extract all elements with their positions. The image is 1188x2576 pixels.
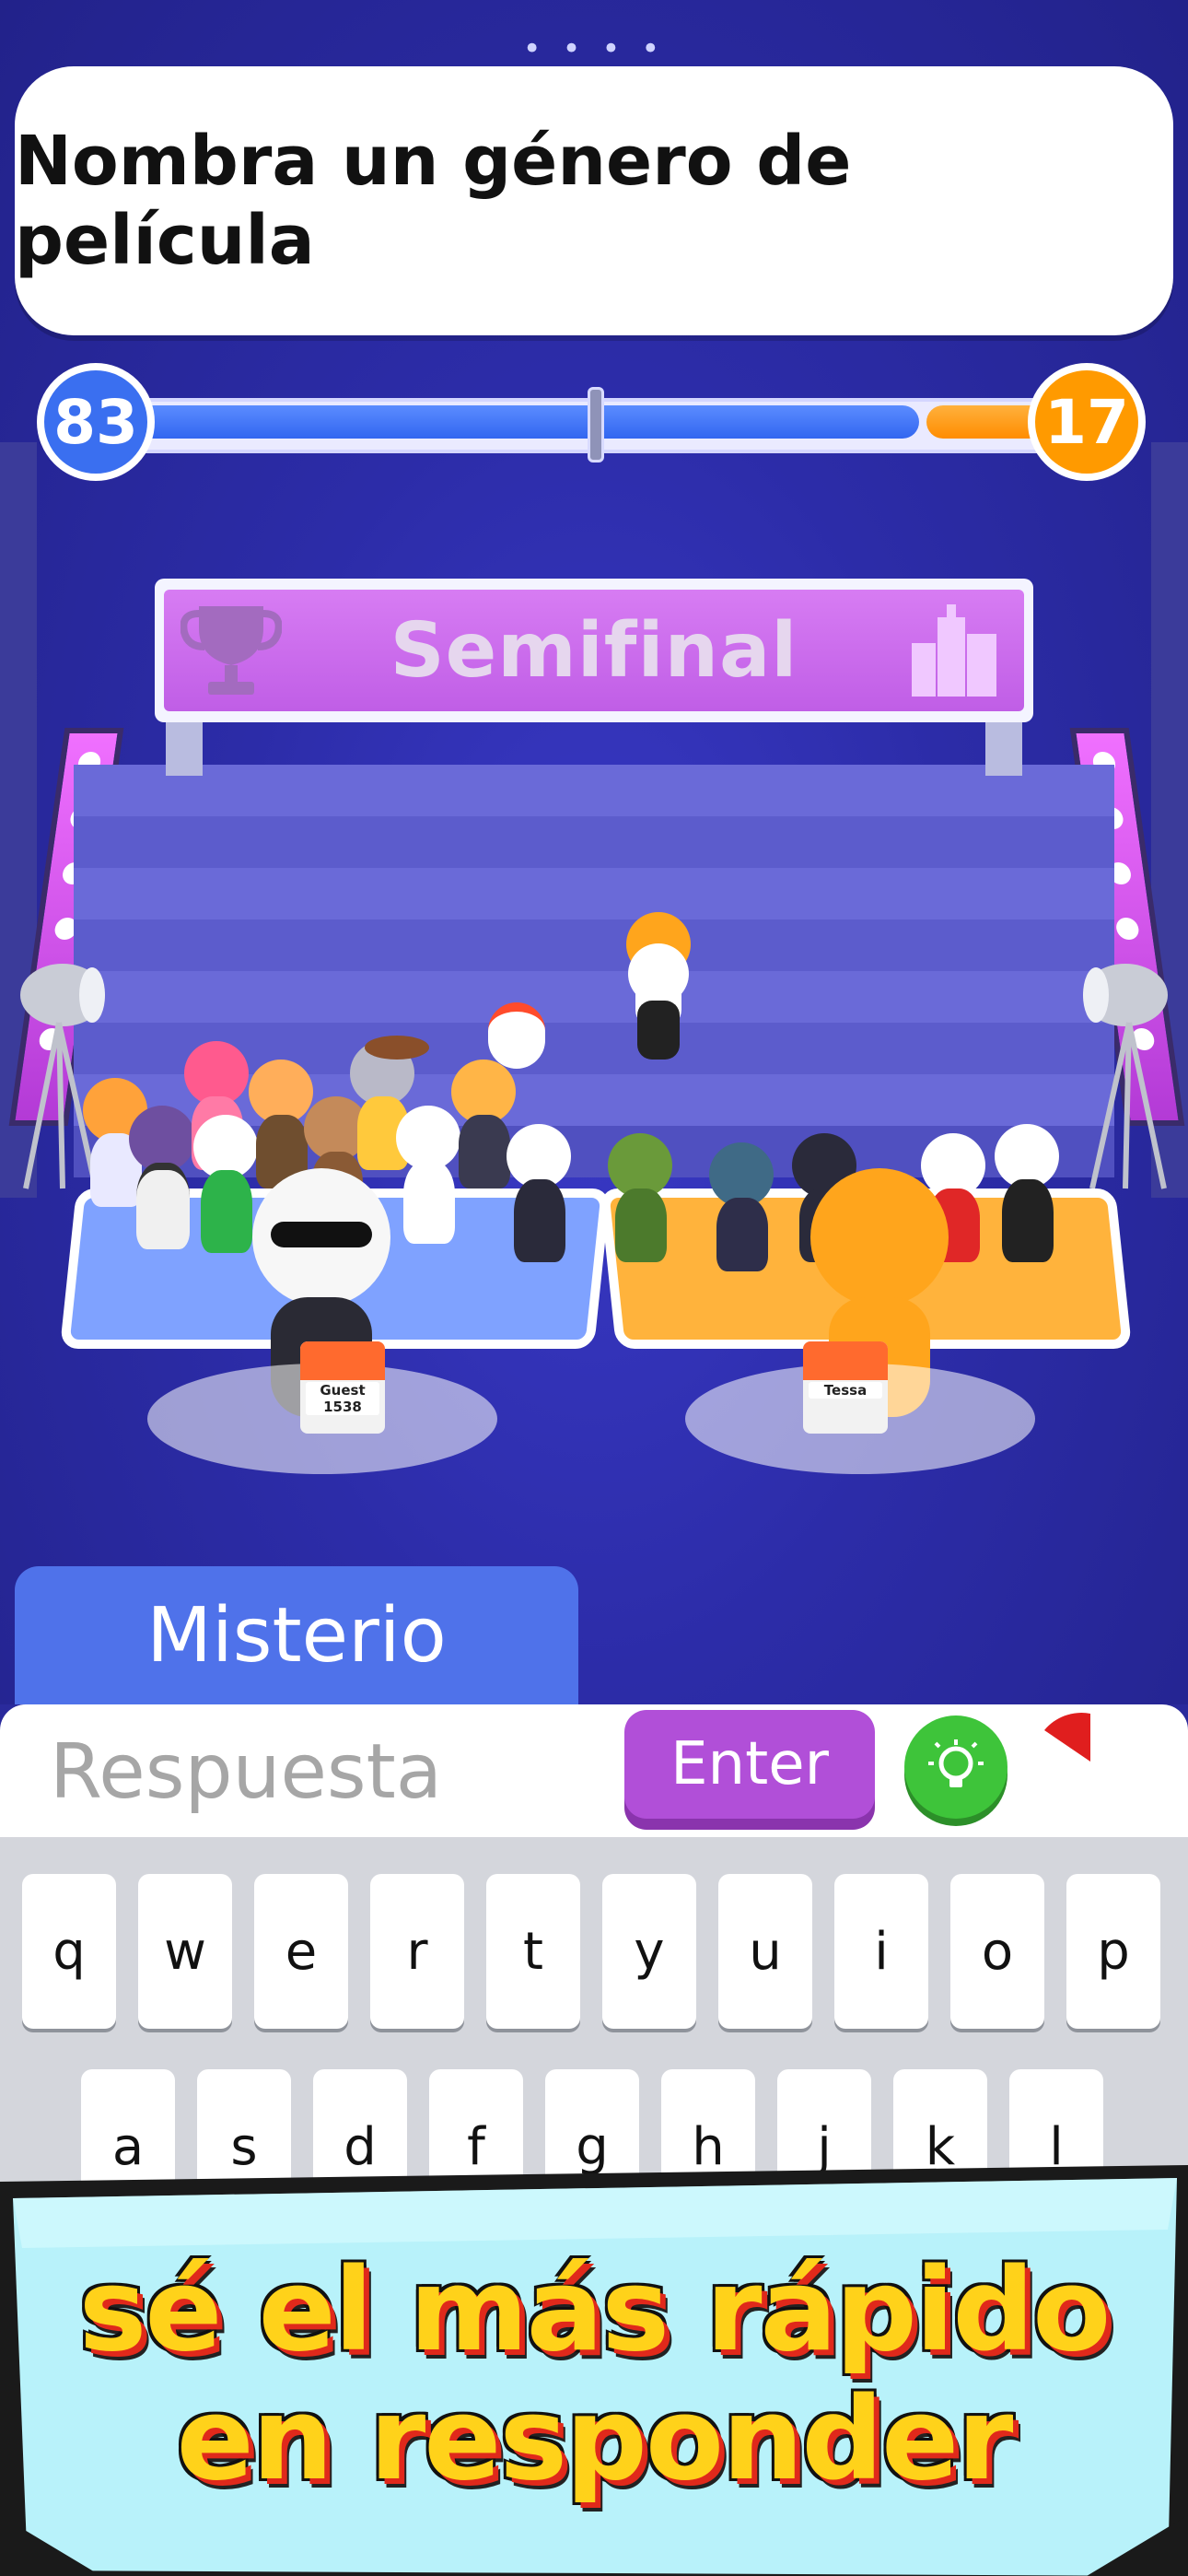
runner-white: [628, 943, 689, 1060]
hint-button[interactable]: [904, 1715, 1007, 1819]
key-i[interactable]: i: [834, 1874, 928, 2029]
promo-headline: Sé el más rápido en responder: [0, 2246, 1188, 2504]
trophy-icon: [181, 606, 282, 695]
promo-line-2: en responder: [176, 2373, 1014, 2506]
key-y[interactable]: y: [602, 1874, 696, 2029]
lightbulb-icon: [928, 1739, 984, 1787]
key-u[interactable]: u: [718, 1874, 812, 2029]
left-player-name: Guest 1538: [306, 1382, 379, 1415]
key-w[interactable]: w: [138, 1874, 232, 2029]
timer-icon: [1044, 1713, 1090, 1762]
promo-line-1: Sé el más rápido: [78, 2244, 1112, 2377]
question-text: Nombra un género de película: [15, 122, 852, 280]
right-player-name: Tessa: [809, 1382, 882, 1399]
sign-post-right: [985, 719, 1022, 776]
score-right-badge: 17: [1028, 363, 1146, 481]
round-sign: Semifinal: [164, 590, 1024, 711]
suggestion-label: Misterio: [146, 1591, 447, 1680]
drag-handle[interactable]: • • • •: [0, 33, 1188, 64]
cowboy-hat: [365, 1036, 429, 1060]
key-t[interactable]: t: [486, 1874, 580, 2029]
key-p[interactable]: p: [1066, 1874, 1160, 2029]
score-bar-midpoint: [588, 387, 604, 463]
answer-input[interactable]: [48, 1715, 604, 1828]
round-label: Semifinal: [390, 606, 798, 695]
runner-clown: [488, 1002, 545, 1069]
city-icon: [912, 604, 996, 697]
score-left-value: 83: [53, 386, 138, 458]
key-r[interactable]: r: [370, 1874, 464, 2029]
game-scene: • • • • Nombra un género de película 83 …: [0, 0, 1188, 1704]
score-bar-blue-fill: [90, 405, 919, 439]
enter-label: Enter: [670, 1730, 829, 1798]
sign-post-left: [166, 719, 203, 776]
suggestion-chip[interactable]: Misterio: [15, 1566, 578, 1704]
key-q[interactable]: q: [22, 1874, 116, 2029]
score-left-badge: 83: [37, 363, 155, 481]
right-podium: Tessa: [803, 1341, 888, 1434]
key-e[interactable]: e: [254, 1874, 348, 2029]
enter-button[interactable]: Enter: [624, 1710, 875, 1819]
left-podium: Guest 1538: [300, 1341, 385, 1434]
question-card: Nombra un género de película: [15, 66, 1173, 335]
key-o[interactable]: o: [950, 1874, 1044, 2029]
score-right-value: 17: [1044, 386, 1129, 458]
